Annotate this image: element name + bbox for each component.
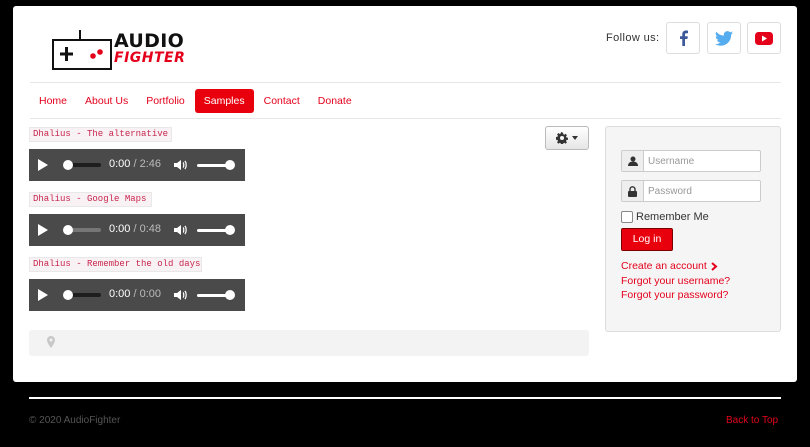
chevron-right-icon [711, 261, 718, 271]
seek-bar[interactable] [63, 225, 101, 235]
facebook-icon [680, 30, 688, 46]
remember-me[interactable]: Remember Me [621, 211, 709, 223]
create-account-link[interactable]: Create an account [621, 260, 718, 272]
seek-bar[interactable] [63, 290, 101, 300]
header-divider [30, 82, 781, 83]
facebook-button[interactable] [666, 22, 700, 54]
username-field [621, 150, 761, 172]
youtube-icon [755, 31, 773, 45]
location-bar [29, 330, 589, 356]
volume-icon[interactable] [173, 288, 187, 302]
twitter-button[interactable] [707, 22, 741, 54]
time-separator: / [133, 288, 137, 300]
gamepad-icon [52, 30, 112, 70]
time-separator: / [133, 223, 137, 235]
audio-player: 0:00 / 0:00 [29, 279, 245, 311]
map-pin-icon [47, 336, 55, 348]
copyright-text: © 2020 AudioFighter [29, 415, 121, 426]
user-icon [622, 151, 644, 171]
current-time: 0:00 [109, 223, 131, 235]
volume-icon[interactable] [173, 158, 187, 172]
play-icon[interactable] [38, 289, 48, 301]
remember-checkbox[interactable] [621, 211, 633, 223]
time-separator: / [133, 158, 137, 170]
current-time: 0:00 [109, 158, 131, 170]
logo-wordmark: AUDIO FIGHTER [114, 30, 186, 66]
remember-label: Remember Me [636, 211, 709, 223]
logo-line1: AUDIO [114, 30, 185, 52]
volume-slider[interactable] [197, 160, 235, 170]
logo-line2: FIGHTER [114, 50, 186, 66]
seek-bar[interactable] [63, 160, 101, 170]
gear-icon [556, 132, 568, 144]
current-time: 0:00 [109, 288, 131, 300]
volume-handle[interactable] [225, 290, 235, 300]
duration: 0:48 [139, 223, 162, 235]
track-title: Dhalius - Remember the old days [29, 257, 202, 272]
forgot-password-link[interactable]: Forgot your password? [621, 289, 728, 301]
duration: 0:00 [139, 288, 162, 300]
seek-handle[interactable] [63, 160, 73, 170]
username-input[interactable] [644, 151, 760, 171]
lock-icon [622, 181, 644, 201]
volume-handle[interactable] [225, 160, 235, 170]
login-panel: Remember Me Log in Create an account For… [605, 126, 781, 332]
forgot-username-link[interactable]: Forgot your username? [621, 275, 730, 287]
time-display: 0:00 / 0:00 [109, 288, 161, 300]
back-to-top-link[interactable]: Back to Top [726, 415, 778, 426]
main-nav: Home About Us Portfolio Samples Contact … [30, 89, 361, 113]
play-icon[interactable] [38, 159, 48, 171]
seek-handle[interactable] [63, 225, 73, 235]
track-title: Dhalius - The alternative [29, 127, 172, 142]
settings-dropdown-button[interactable] [545, 126, 589, 150]
twitter-icon [715, 30, 733, 46]
volume-slider[interactable] [197, 290, 235, 300]
nav-item-portfolio[interactable]: Portfolio [137, 89, 194, 113]
nav-item-about-us[interactable]: About Us [76, 89, 137, 113]
caret-down-icon [572, 136, 578, 140]
password-field [621, 180, 761, 202]
duration: 2:46 [139, 158, 162, 170]
site-logo[interactable]: AUDIO FIGHTER [52, 28, 202, 72]
nav-item-home[interactable]: Home [30, 89, 76, 113]
nav-divider [30, 118, 781, 119]
audio-player: 0:00 / 2:46 [29, 149, 245, 181]
volume-slider[interactable] [197, 225, 235, 235]
volume-icon[interactable] [173, 223, 187, 237]
follow-label: Follow us: [606, 32, 660, 44]
track-title: Dhalius - Google Maps [29, 192, 152, 207]
create-account-label: Create an account [621, 260, 707, 272]
seek-handle[interactable] [63, 290, 73, 300]
nav-item-samples[interactable]: Samples [194, 89, 254, 113]
play-icon[interactable] [38, 224, 48, 236]
volume-handle[interactable] [225, 225, 235, 235]
page-container: AUDIO FIGHTER Follow us: Home About Us P… [13, 6, 797, 382]
audio-player: 0:00 / 0:48 [29, 214, 245, 246]
youtube-button[interactable] [747, 22, 781, 54]
time-display: 0:00 / 0:48 [109, 223, 161, 235]
login-button[interactable]: Log in [621, 228, 673, 251]
nav-item-contact[interactable]: Contact [255, 89, 309, 113]
password-input[interactable] [644, 181, 760, 201]
nav-item-donate[interactable]: Donate [309, 89, 361, 113]
footer-divider [29, 397, 781, 399]
time-display: 0:00 / 2:46 [109, 158, 161, 170]
